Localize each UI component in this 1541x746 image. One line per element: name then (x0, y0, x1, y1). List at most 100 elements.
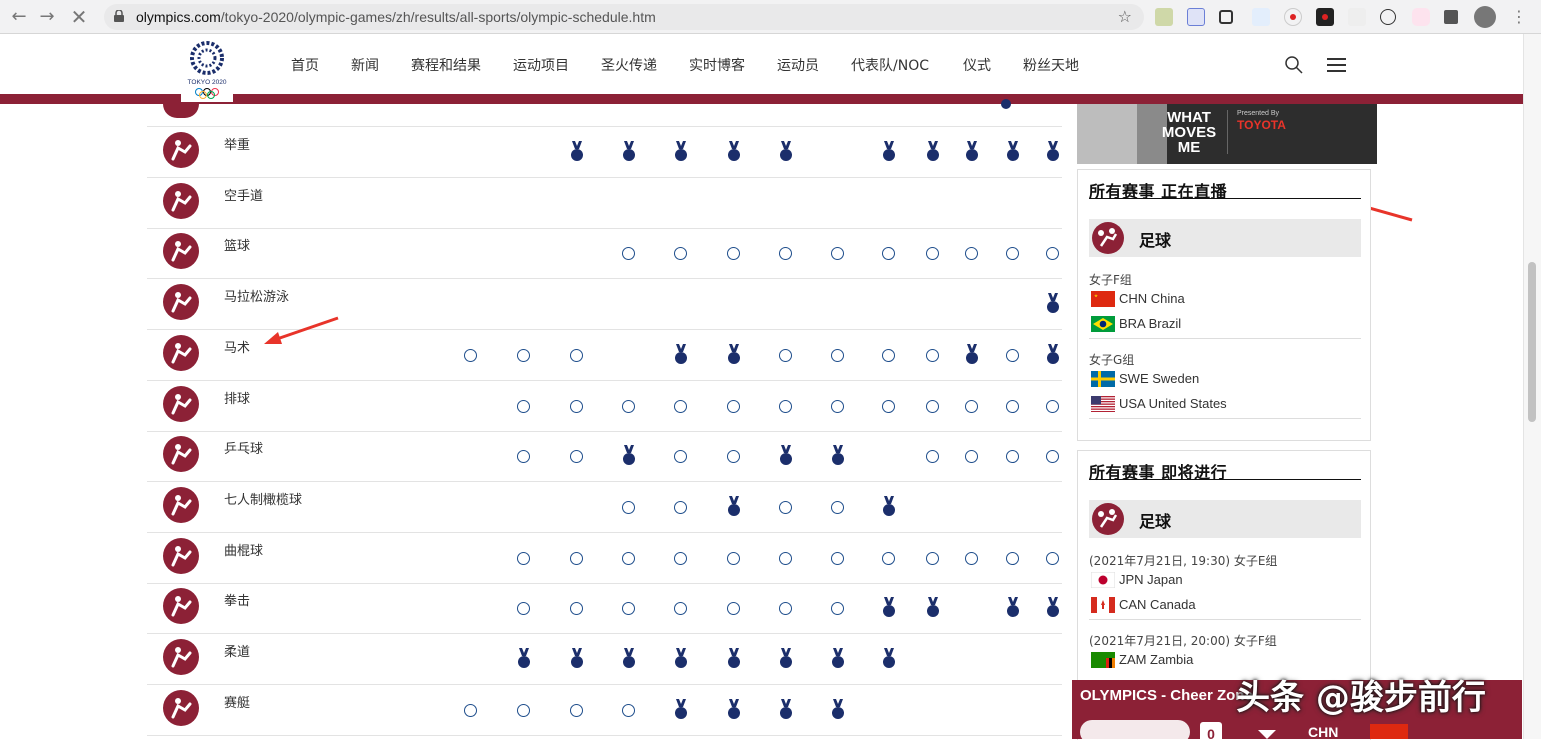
sport-name[interactable]: 七人制橄榄球 (224, 489, 302, 508)
extension-icon[interactable] (1187, 8, 1205, 26)
medal-icon[interactable] (779, 445, 793, 467)
session-circle-icon[interactable] (517, 445, 531, 467)
sport-name[interactable]: 乒乓球 (224, 438, 263, 457)
session-circle-icon[interactable] (1046, 547, 1060, 569)
nav-athletes[interactable]: 运动员 (777, 55, 819, 75)
nav-ceremonies[interactable]: 仪式 (963, 55, 991, 75)
profile-avatar[interactable] (1474, 6, 1496, 28)
session-circle-icon[interactable] (831, 597, 845, 619)
session-circle-icon[interactable] (517, 395, 531, 417)
extension-icon[interactable] (1316, 8, 1334, 26)
session-circle-icon[interactable] (831, 496, 845, 518)
medal-icon[interactable] (779, 648, 793, 670)
session-circle-icon[interactable] (622, 699, 636, 721)
medal-icon[interactable] (926, 597, 940, 619)
session-circle-icon[interactable] (517, 547, 531, 569)
medal-icon[interactable] (882, 597, 896, 619)
session-circle-icon[interactable] (779, 547, 793, 569)
medal-icon[interactable] (622, 648, 636, 670)
medal-icon[interactable] (727, 495, 741, 518)
medal-icon[interactable] (570, 141, 584, 163)
session-circle-icon[interactable] (727, 597, 741, 619)
nav-home[interactable]: 首页 (291, 55, 319, 75)
session-circle-icon[interactable] (926, 445, 940, 467)
session-circle-icon[interactable] (622, 547, 636, 569)
puzzle-extensions-icon[interactable] (1444, 10, 1458, 24)
medal-icon[interactable] (831, 445, 845, 467)
sport-header-football[interactable]: 足球 (1089, 500, 1361, 538)
nav-news[interactable]: 新闻 (351, 55, 379, 75)
session-circle-icon[interactable] (926, 344, 940, 366)
medal-icon[interactable] (1006, 597, 1020, 619)
session-circle-icon[interactable] (831, 395, 845, 417)
sport-name[interactable]: 排球 (224, 388, 250, 407)
medal-icon[interactable] (674, 141, 688, 163)
sport-name[interactable]: 曲棍球 (224, 540, 263, 559)
medal-icon[interactable] (727, 141, 741, 163)
medal-icon[interactable] (674, 698, 688, 721)
session-circle-icon[interactable] (570, 395, 584, 417)
session-circle-icon[interactable] (622, 496, 636, 518)
session-circle-icon[interactable] (622, 242, 636, 264)
medal-icon[interactable] (926, 141, 940, 163)
session-circle-icon[interactable] (464, 699, 478, 721)
session-circle-icon[interactable] (779, 395, 793, 417)
back-icon[interactable]: ← (8, 6, 30, 28)
play-extension-icon[interactable] (1380, 9, 1396, 25)
sport-name[interactable]: 赛艇 (224, 692, 250, 711)
session-circle-icon[interactable] (1046, 445, 1060, 467)
session-circle-icon[interactable] (1006, 547, 1020, 569)
medal-icon[interactable] (831, 698, 845, 721)
session-circle-icon[interactable] (464, 344, 478, 366)
medal-icon[interactable] (779, 141, 793, 163)
sport-name[interactable]: 拳击 (224, 590, 250, 609)
session-circle-icon[interactable] (882, 547, 896, 569)
nav-live-blog[interactable]: 实时博客 (689, 55, 745, 75)
session-circle-icon[interactable] (570, 445, 584, 467)
medal-icon[interactable] (1046, 343, 1060, 366)
cheer-clap-button[interactable] (1080, 720, 1190, 744)
sport-header-football[interactable]: 足球 (1089, 219, 1361, 257)
sport-name[interactable]: 篮球 (224, 235, 250, 254)
scrollbar-thumb[interactable] (1528, 262, 1536, 422)
address-bar[interactable]: olympics.com/tokyo-2020/olympic-games/zh… (104, 4, 1144, 30)
session-circle-icon[interactable] (570, 344, 584, 366)
session-circle-icon[interactable] (965, 547, 979, 569)
medal-icon[interactable] (674, 648, 688, 670)
forward-icon[interactable]: → (36, 6, 58, 28)
session-circle-icon[interactable] (727, 445, 741, 467)
medal-icon[interactable] (1006, 141, 1020, 163)
session-circle-icon[interactable] (779, 242, 793, 264)
search-icon[interactable] (1284, 55, 1304, 75)
session-circle-icon[interactable] (882, 344, 896, 366)
nav-fan-zone[interactable]: 粉丝天地 (1023, 55, 1079, 75)
session-circle-icon[interactable] (779, 496, 793, 518)
sport-name[interactable]: 马拉松游泳 (224, 286, 289, 305)
nav-schedule-results[interactable]: 赛程和结果 (411, 55, 481, 75)
medal-icon[interactable] (965, 141, 979, 163)
session-circle-icon[interactable] (570, 547, 584, 569)
stop-icon[interactable]: ✕ (68, 6, 90, 28)
medal-icon[interactable] (727, 648, 741, 670)
record-extension-icon[interactable] (1284, 8, 1302, 26)
medal-icon[interactable] (727, 343, 741, 366)
session-circle-icon[interactable] (517, 699, 531, 721)
session-circle-icon[interactable] (831, 344, 845, 366)
session-circle-icon[interactable] (926, 395, 940, 417)
session-circle-icon[interactable] (727, 395, 741, 417)
extension-icon[interactable] (1348, 8, 1366, 26)
medal-icon[interactable] (882, 141, 896, 163)
session-circle-icon[interactable] (622, 597, 636, 619)
medal-icon[interactable] (1046, 141, 1060, 163)
session-circle-icon[interactable] (1006, 242, 1020, 264)
session-circle-icon[interactable] (674, 547, 688, 569)
session-circle-icon[interactable] (674, 445, 688, 467)
hamburger-menu-icon[interactable] (1327, 57, 1347, 73)
medal-icon[interactable] (622, 141, 636, 163)
medal-icon[interactable] (674, 343, 688, 366)
medal-icon[interactable] (727, 698, 741, 721)
session-circle-icon[interactable] (779, 597, 793, 619)
session-circle-icon[interactable] (570, 699, 584, 721)
cat-extension-icon[interactable] (1412, 8, 1430, 26)
menu-kebab-icon[interactable]: ⋮ (1508, 6, 1530, 28)
